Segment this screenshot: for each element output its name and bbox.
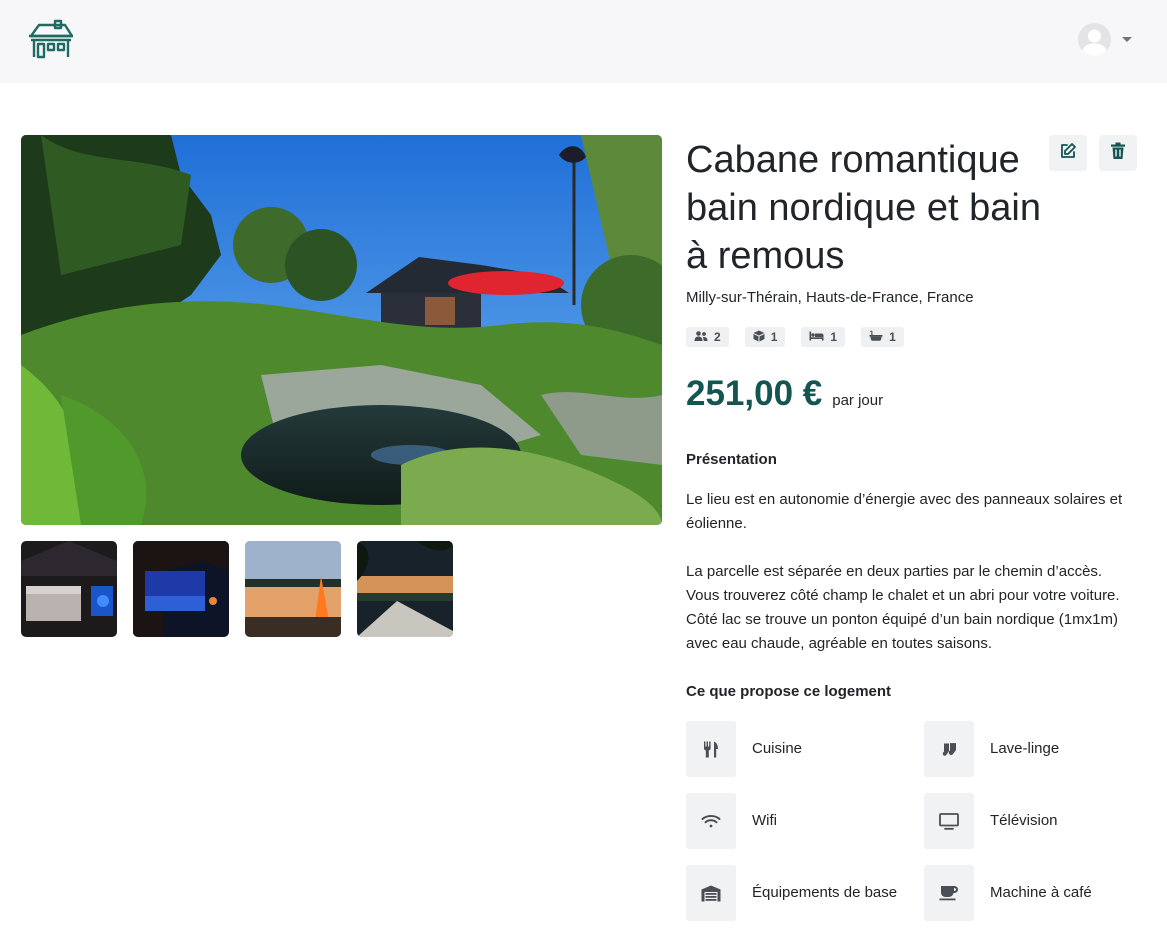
amenity-lave-linge: Lave-linge	[924, 721, 1140, 777]
utensils-icon	[686, 721, 736, 777]
amenity-equipements: Équipements de base	[686, 865, 902, 921]
house-logo-icon[interactable]	[27, 18, 75, 60]
amenity-wifi: Wifi	[686, 793, 902, 849]
users-icon	[694, 330, 708, 344]
amenity-label: Wifi	[752, 812, 777, 829]
bed-icon	[809, 330, 824, 344]
bath-icon	[869, 330, 883, 345]
thumbnail-strip	[21, 541, 453, 637]
coffee-icon	[924, 865, 974, 921]
presentation-paragraph-2: La parcelle est séparée en deux parties …	[686, 563, 1120, 652]
main-photo[interactable]	[21, 135, 662, 525]
caret-down-icon[interactable]	[1122, 37, 1132, 42]
navbar	[0, 0, 1167, 83]
capacity-badges: 2 1 1 1	[686, 327, 904, 347]
thumbnail-4[interactable]	[357, 541, 453, 637]
listing-title: Cabane romantique bain nordique et bain …	[686, 139, 1041, 277]
amenity-label: Lave-linge	[990, 740, 1060, 757]
presentation-paragraph-1: Le lieu est en autonomie d’énergie avec …	[686, 491, 1123, 532]
guests-badge: 2	[686, 327, 729, 347]
amenity-label: Télévision	[990, 812, 1058, 829]
price-unit: par jour	[832, 392, 884, 409]
amenity-cuisine: Cuisine	[686, 721, 902, 777]
baths-badge: 1	[861, 327, 904, 347]
warehouse-icon	[686, 865, 736, 921]
amenity-machine-a-cafe: Machine à café	[924, 865, 1140, 921]
baths-count: 1	[889, 330, 896, 344]
cube-icon	[753, 330, 765, 345]
edit-button[interactable]	[1049, 135, 1087, 171]
user-menu[interactable]	[1078, 23, 1132, 56]
tv-icon	[924, 793, 974, 849]
amenities-heading: Ce que propose ce logement	[686, 683, 892, 700]
amenity-label: Équipements de base	[752, 884, 898, 901]
rooms-badge: 1	[744, 327, 786, 347]
presentation-heading: Présentation	[686, 451, 777, 468]
amenity-label: Cuisine	[752, 740, 803, 757]
delete-button[interactable]	[1099, 135, 1137, 171]
amenity-television: Télévision	[924, 793, 1140, 849]
beds-count: 1	[830, 330, 838, 344]
wifi-icon	[686, 793, 736, 849]
thumbnail-3[interactable]	[245, 541, 341, 637]
thumbnail-2[interactable]	[133, 541, 229, 637]
rooms-count: 1	[770, 330, 778, 344]
listing-location: Milly-sur-Thérain, Hauts-de-France, Fran…	[686, 289, 974, 306]
price-row: 251,00 € par jour	[686, 374, 883, 414]
thumbnail-1[interactable]	[21, 541, 117, 637]
edit-icon	[1059, 142, 1077, 165]
amenity-label: Machine à café	[990, 884, 1092, 901]
price-value: 251,00 €	[686, 374, 823, 413]
user-avatar-icon[interactable]	[1078, 23, 1111, 56]
trash-icon	[1110, 142, 1126, 165]
guests-count: 2	[714, 330, 721, 344]
socks-icon	[924, 721, 974, 777]
listing-actions	[1049, 135, 1137, 171]
beds-badge: 1	[801, 327, 846, 347]
